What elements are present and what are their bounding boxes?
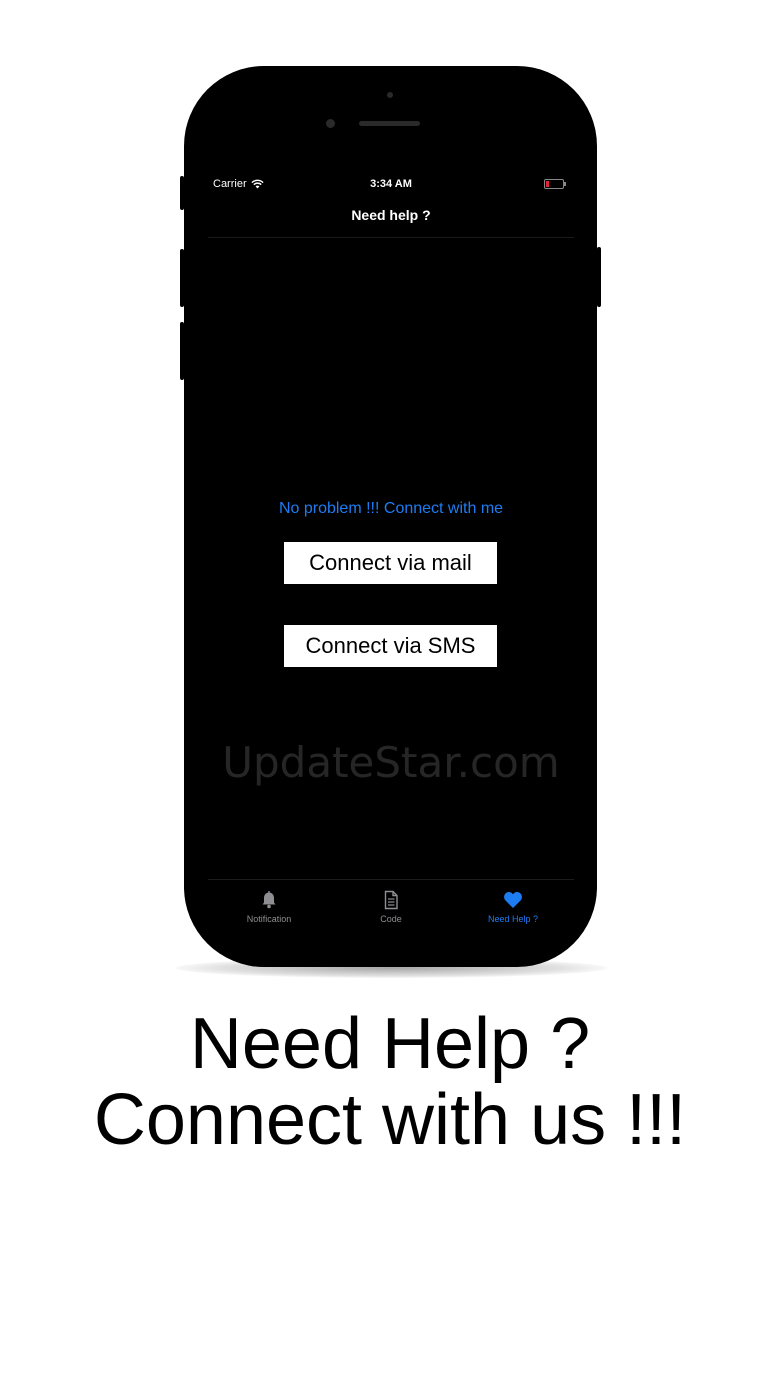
earpiece-speaker xyxy=(359,121,420,126)
tab-need-help[interactable]: Need Help ? xyxy=(452,884,574,934)
status-bar: Carrier 3:34 AM xyxy=(208,170,574,196)
headline-line-1: Need Help ? xyxy=(189,1004,591,1084)
tab-code-label: Code xyxy=(380,914,402,924)
help-prompt: No problem !!! Connect with me xyxy=(278,500,504,517)
bell-icon xyxy=(262,891,276,909)
tab-notification-label: Notification xyxy=(246,914,292,924)
volume-up-button xyxy=(180,249,184,307)
watermark: UpdateStar.com xyxy=(222,738,560,787)
tab-notification[interactable]: Notification xyxy=(208,884,330,934)
battery-icon xyxy=(544,179,566,189)
front-camera xyxy=(326,119,335,128)
headline-line-2: Connect with us !!! xyxy=(93,1080,687,1160)
tab-bar: Notification Code Need Help ? xyxy=(208,884,574,934)
tab-code[interactable]: Code xyxy=(330,884,452,934)
nav-divider xyxy=(208,237,574,238)
battery-level xyxy=(546,181,549,187)
document-icon xyxy=(384,890,398,910)
heart-icon xyxy=(504,892,522,908)
nav-title: Need help ? xyxy=(351,207,431,223)
power-button xyxy=(597,247,601,307)
tabbar-divider xyxy=(208,879,574,880)
mute-switch xyxy=(180,176,184,210)
tab-need-help-label: Need Help ? xyxy=(487,914,539,924)
connect-sms-button[interactable]: Connect via SMS xyxy=(284,625,497,667)
phone-frame: Carrier 3:34 AM Need help ? No problem !… xyxy=(180,66,601,967)
status-time: 3:34 AM xyxy=(370,178,412,190)
connect-mail-button[interactable]: Connect via mail xyxy=(284,542,497,584)
camera-dot xyxy=(387,92,393,98)
app-screen: Carrier 3:34 AM Need help ? No problem !… xyxy=(208,170,574,924)
volume-down-button xyxy=(180,322,184,380)
